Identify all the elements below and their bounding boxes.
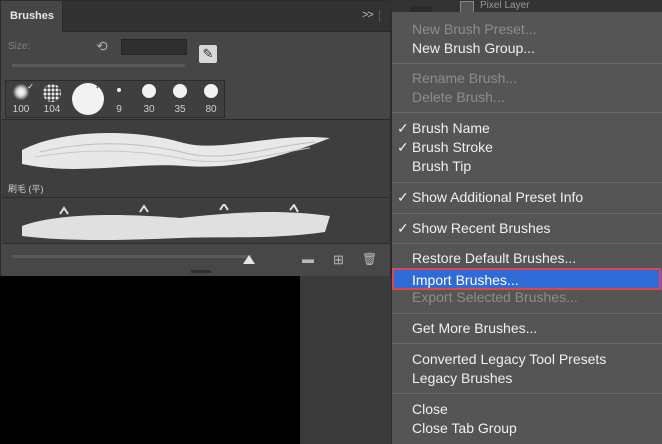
layer-name: Pixel Layer [480,0,530,11]
recent-brush-size: 104 [43,104,61,115]
menu-separator [392,213,662,214]
recent-brush-size: 35 [174,104,186,115]
check-icon: ✓ [397,139,409,155]
menu-separator [392,343,662,344]
menu-item-new-brush-group[interactable]: New Brush Group... [392,39,662,58]
menu-separator [392,243,662,244]
recent-brush-5[interactable]: 30 [134,81,164,117]
folder-icon[interactable]: ▬ [302,252,314,266]
size-input[interactable] [121,39,187,55]
tab-brushes-label: Brushes [10,10,55,22]
menu-item-brush-tip[interactable]: Brush Tip [392,157,662,176]
menu-item-show-recent-brushes[interactable]: ✓ Show Recent Brushes [392,219,662,238]
menu-item-close-tab-group[interactable]: Close Tab Group [392,419,662,438]
preview-size-slider-thumb[interactable] [243,255,255,264]
size-label: Size: [8,41,31,52]
brush-stroke-preview-icon [22,204,330,240]
preset-divider [2,197,390,198]
brush-settings-icon[interactable]: ✎ [199,45,217,63]
size-slider[interactable] [12,64,185,67]
menu-item-show-additional-preset-info[interactable]: ✓ Show Additional Preset Info [392,188,662,207]
menu-item-export-selected-brushes[interactable]: Export Selected Brushes... [392,288,662,307]
recent-brush-size: 30 [143,104,155,115]
recent-brush-size: 9 [116,104,122,115]
recent-brushes-strip: ✓ 100 104 ✓ 9 30 35 80 [5,80,225,118]
hard-round-brush-icon [173,84,187,98]
menu-separator [392,313,662,314]
menu-item-close[interactable]: Close [392,400,662,419]
menu-item-brush-stroke[interactable]: ✓ Brush Stroke [392,138,662,157]
check-icon: ✓ [397,220,409,236]
brushes-panel-flyout-menu: New Brush Preset... New Brush Group... R… [391,12,662,444]
brushes-panel: Brushes >> Size: ⟲ ✎ ✓ 100 104 ✓ 9 30 35… [0,0,391,276]
menu-item-new-brush-preset[interactable]: New Brush Preset... [392,20,662,39]
menu-item-legacy-brushes[interactable]: Legacy Brushes [392,369,662,388]
check-icon: ✓ [397,120,409,136]
brush-stroke-preview-icon [22,132,330,169]
tab-brushes[interactable]: Brushes [1,1,63,32]
menu-separator [392,182,662,183]
hard-round-brush-icon [117,88,121,92]
menu-item-restore-default-brushes[interactable]: Restore Default Brushes... [392,249,662,268]
recent-brush-size: 80 [205,104,217,115]
recent-brush-4[interactable]: 9 [104,81,134,117]
reset-size-icon[interactable]: ⟲ [96,38,108,55]
panel-divider [379,10,380,22]
selected-check-icon: ✓ [27,82,34,91]
recent-brush-2[interactable]: 104 [37,81,67,117]
preview-size-slider[interactable] [12,255,252,258]
recent-brush-6[interactable]: 35 [165,81,195,117]
menu-item-converted-legacy-tool-presets[interactable]: Converted Legacy Tool Presets [392,350,662,369]
check-icon: ✓ [397,189,409,205]
menu-item-rename-brush[interactable]: Rename Brush... [392,69,662,88]
panel-header: Brushes >> [1,1,390,32]
menu-separator [392,112,662,113]
menu-item-brush-name[interactable]: ✓ Brush Name [392,119,662,138]
new-brush-icon[interactable]: ⊞ [333,252,344,268]
menu-separator [392,63,662,64]
recent-brush-7[interactable]: 80 [196,81,226,117]
recent-brush-size: 100 [12,104,30,115]
trash-icon[interactable]: 🗑 [362,252,377,266]
brush-preset-name: 刷毛 (平) [8,184,44,194]
hard-round-brush-icon [142,84,156,98]
collapse-panel-button[interactable]: >> [362,9,374,21]
menu-item-delete-brush[interactable]: Delete Brush... [392,88,662,107]
hard-round-brush-icon [204,84,218,98]
panel-resize-grip[interactable] [191,270,211,273]
recent-brush-3[interactable]: ✓ [68,81,108,117]
selected-check-icon: ✓ [95,82,102,91]
brush-preset-list: 刷毛 (平) [2,119,390,244]
menu-item-import-brushes[interactable]: Import Brushes... [392,270,662,290]
menu-item-get-more-brushes[interactable]: Get More Brushes... [392,319,662,338]
spatter-brush-icon [43,84,61,102]
menu-separator [392,393,662,394]
recent-brush-1[interactable]: ✓ 100 [6,81,36,117]
